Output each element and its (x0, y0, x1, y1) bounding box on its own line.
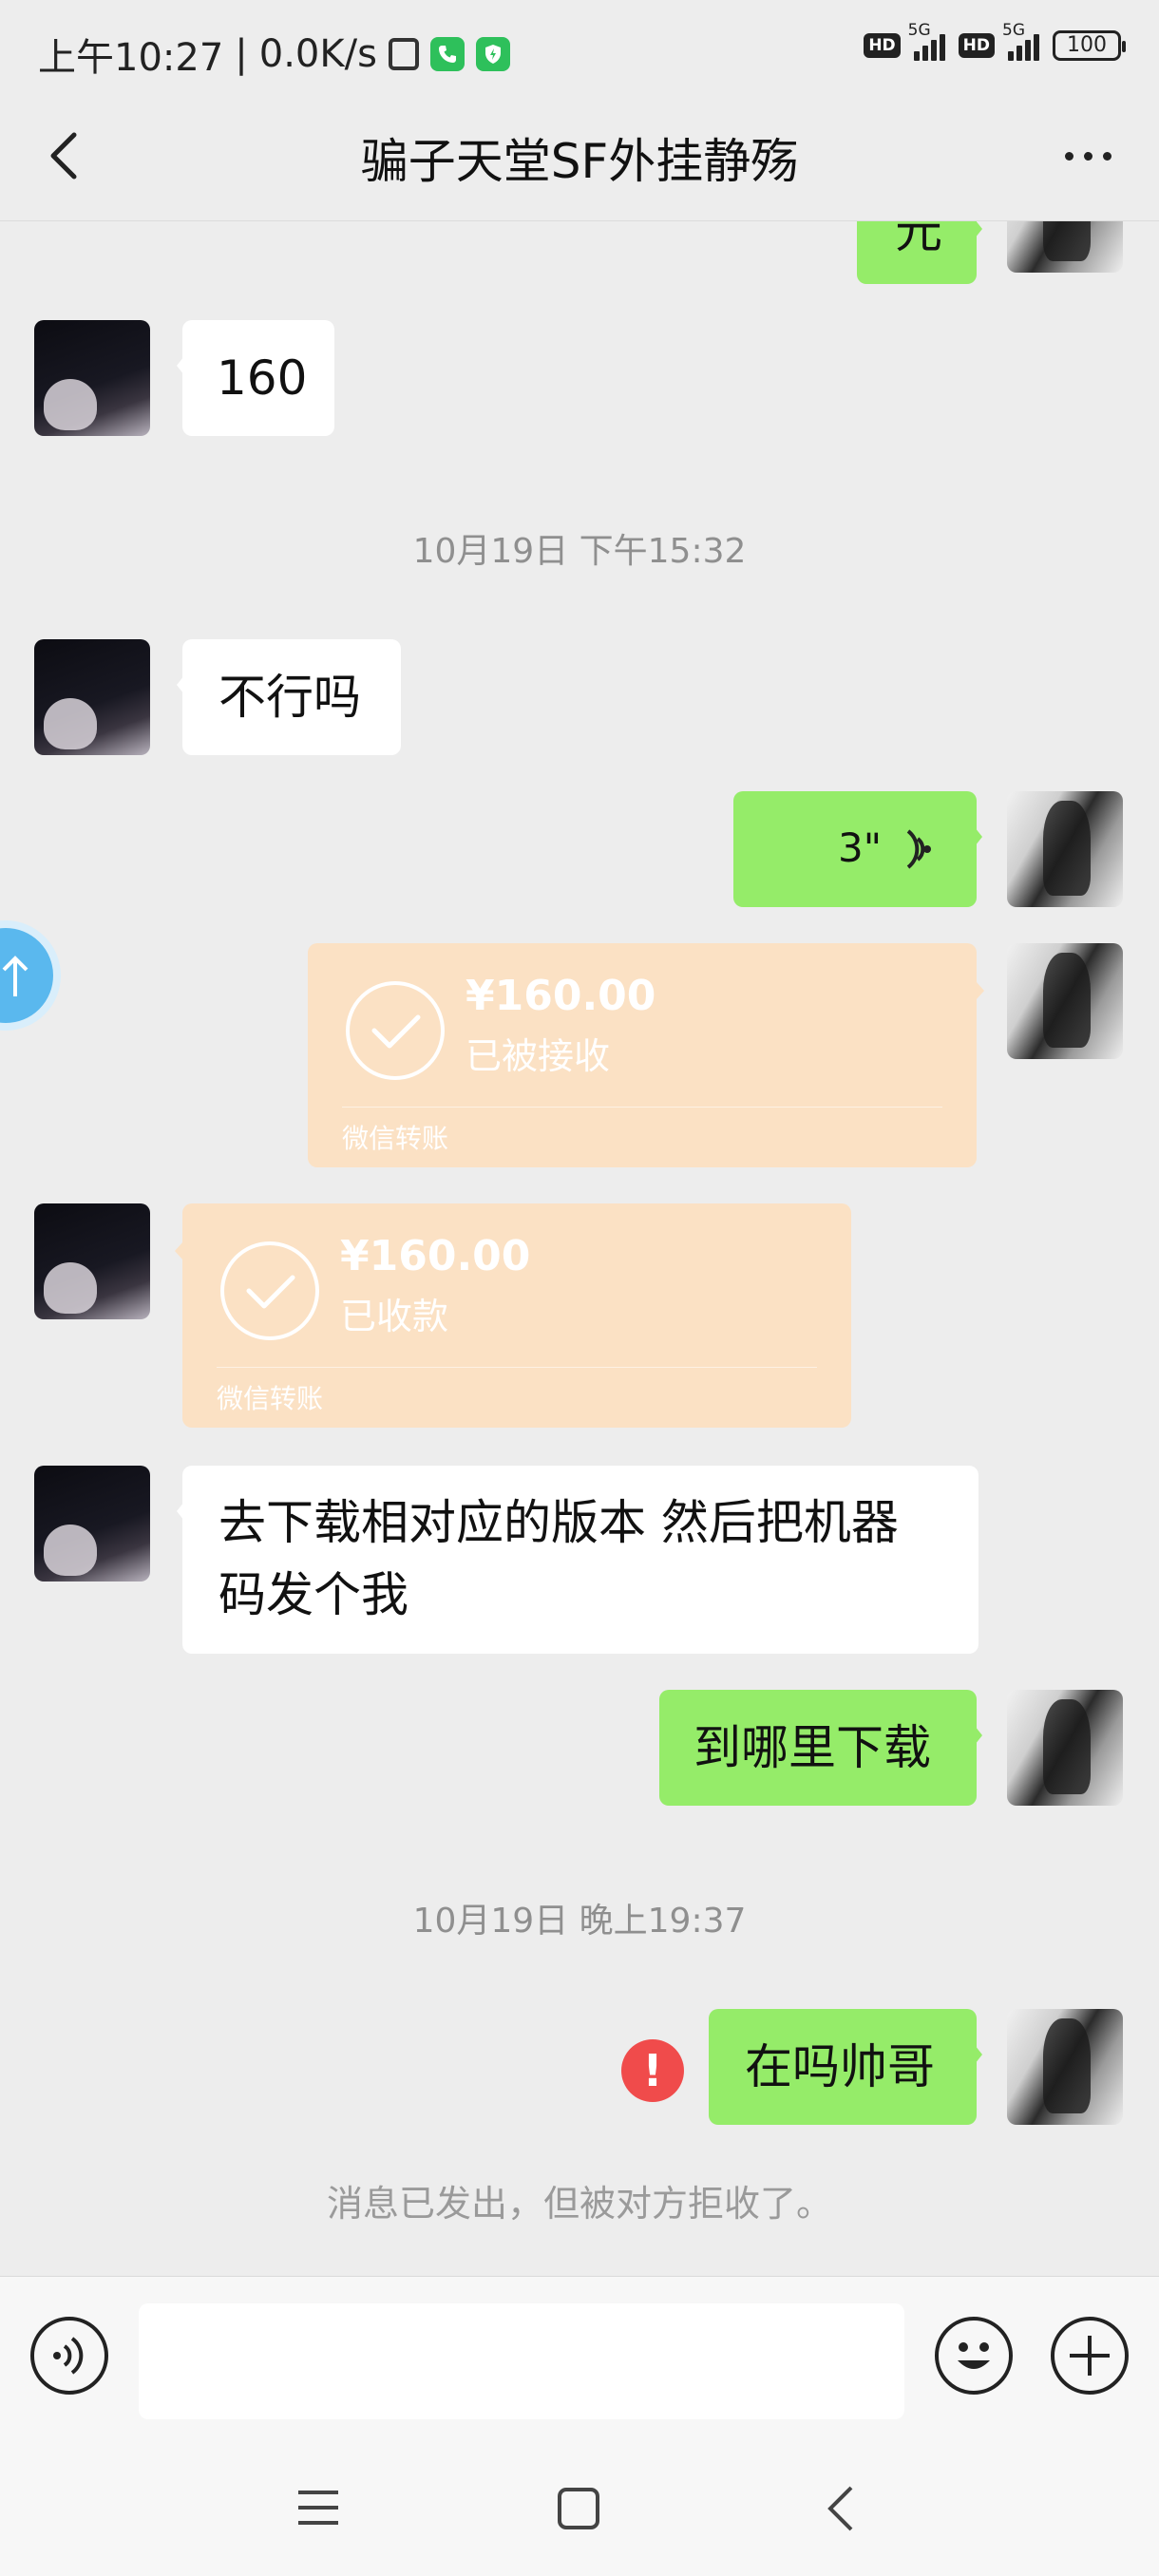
input-bar (0, 2276, 1159, 2444)
message-text: 到哪里下载 (694, 1720, 931, 1775)
avatar-other[interactable] (34, 320, 150, 436)
message-text: 在吗帅哥 (745, 2039, 935, 2094)
message-bubble-other[interactable]: 去下载相对应的版本 然后把机器码发个我 (177, 1466, 978, 1654)
check-icon (220, 1241, 319, 1340)
transfer-status: 已收款 (340, 1296, 449, 1337)
status-right: HD 5G HD 5G 100 (864, 21, 1126, 61)
phone-app-icon (429, 37, 465, 71)
voice-duration: 3" (838, 824, 883, 871)
emoji-button[interactable] (935, 2317, 1013, 2395)
status-bar: 上午10:27 | 0.0K/s HD 5G HD 5G 100 (0, 0, 1159, 95)
message-list[interactable]: 元 160 10月19日 下午15:32 不行吗 3" ¥160.00 已被接收… (0, 221, 1159, 2276)
transfer-label: 微信转账 (342, 1123, 449, 1154)
shield-app-icon (475, 37, 510, 71)
transfer-card-sent[interactable]: ¥160.00 已被接收 微信转账 (308, 943, 984, 1167)
hd-badge-1: HD (864, 33, 901, 58)
arrow-up-icon (2, 956, 28, 996)
avatar-other[interactable] (34, 639, 150, 755)
divider (217, 1367, 817, 1368)
signal-icon-2: 5G (1002, 21, 1039, 61)
chat-title: 骗子天堂SF外挂静殇 (360, 134, 799, 189)
voice-icon (53, 2337, 84, 2375)
emoji-icon (958, 2342, 990, 2369)
message-bubble-self[interactable]: 到哪里下载 (659, 1690, 982, 1806)
transfer-status: 已被接收 (466, 1035, 611, 1077)
menu-icon[interactable] (296, 2489, 340, 2527)
message-text: 去下载相对应的版本 然后把机器码发个我 (218, 1495, 899, 1622)
divider (342, 1107, 942, 1108)
chat-header: 骗子天堂SF外挂静殇 (0, 95, 1159, 221)
status-time: 上午10:27 (38, 36, 224, 80)
avatar-self[interactable] (1007, 2009, 1123, 2125)
add-attachment-button[interactable] (1051, 2317, 1129, 2395)
avatar-self[interactable] (1007, 791, 1123, 907)
plus-icon (1070, 2336, 1110, 2376)
signal-label-1: 5G (907, 21, 931, 40)
check-icon (346, 981, 445, 1080)
voice-wave-icon (906, 829, 931, 869)
message-text: 160 (217, 350, 308, 406)
battery-icon: 100 (1053, 30, 1126, 61)
message-text: 元 (895, 221, 942, 258)
transfer-card-received[interactable]: ¥160.00 已收款 微信转账 (175, 1203, 851, 1428)
more-dot-icon (1065, 152, 1074, 161)
transfer-label: 微信转账 (217, 1383, 324, 1414)
nfc-icon (388, 38, 419, 70)
home-icon[interactable] (557, 2487, 600, 2530)
floating-assist-button[interactable] (0, 920, 61, 1031)
timestamp: 10月19日 晚上19:37 (412, 1902, 747, 1941)
status-net-speed: 0.0K/s (258, 32, 377, 76)
message-bubble-self[interactable]: 元 (857, 221, 982, 284)
message-input[interactable] (139, 2303, 904, 2419)
status-left: 上午10:27 | 0.0K/s (38, 27, 510, 82)
avatar-self[interactable] (1007, 1690, 1123, 1806)
message-bubble-self[interactable]: 在吗帅哥 (709, 2009, 982, 2125)
avatar-self[interactable] (1007, 221, 1123, 273)
avatar-self[interactable] (1007, 943, 1123, 1059)
signal-label-2: 5G (1002, 21, 1025, 40)
timestamp: 10月19日 下午15:32 (412, 532, 747, 571)
transfer-amount: ¥160.00 (466, 972, 656, 1020)
signal-icon-1: 5G (908, 21, 945, 61)
voice-input-button[interactable] (30, 2317, 108, 2395)
more-options-button[interactable] (1065, 152, 1112, 161)
system-message: 消息已发出，但被对方拒收了。 (326, 2183, 832, 2225)
hd-badge-2: HD (958, 33, 995, 58)
system-nav-bar (0, 2443, 1159, 2576)
status-separator: | (235, 32, 248, 76)
back-nav-icon[interactable] (823, 2485, 857, 2532)
message-bubble-other[interactable]: 不行吗 (177, 639, 401, 755)
voice-message-bubble[interactable]: 3" (733, 791, 982, 907)
send-failed-icon[interactable]: ! (621, 2039, 684, 2102)
avatar-other[interactable] (34, 1203, 150, 1319)
message-bubble-other[interactable]: 160 (177, 320, 334, 436)
transfer-amount: ¥160.00 (340, 1232, 531, 1280)
avatar-other[interactable] (34, 1466, 150, 1582)
message-text: 不行吗 (218, 670, 361, 725)
